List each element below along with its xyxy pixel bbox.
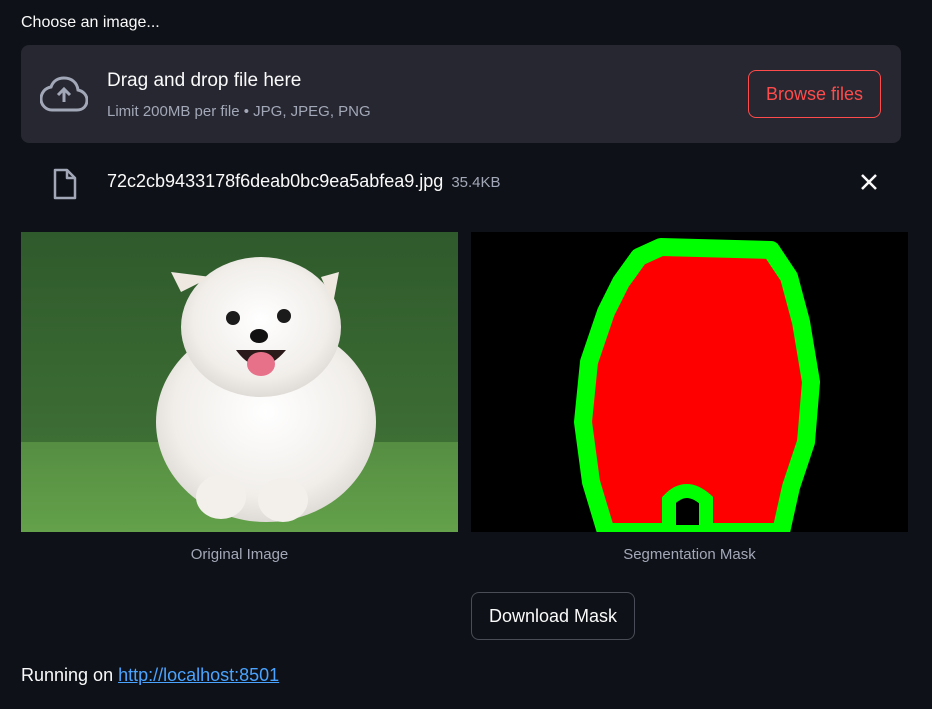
running-prefix: Running on xyxy=(21,665,119,685)
uploaded-file-row: 72c2cb9433178f6deab0bc9ea5abfea9.jpg 35.4… xyxy=(21,162,901,204)
dropzone-limit: Limit 200MB per file • JPG, JPEG, PNG xyxy=(107,103,371,120)
close-icon[interactable] xyxy=(859,172,879,192)
file-name-text: 72c2cb9433178f6deab0bc9ea5abfea9.jpg xyxy=(107,171,444,191)
mask-caption: Segmentation Mask xyxy=(623,546,756,563)
uploader-label: Choose an image... xyxy=(21,14,160,31)
download-mask-button[interactable]: Download Mask xyxy=(471,592,635,640)
segmentation-mask-image xyxy=(471,232,908,532)
cloud-upload-icon xyxy=(40,76,88,112)
browse-files-button[interactable]: Browse files xyxy=(748,70,881,118)
running-status: Running on http://localhost:8501 xyxy=(21,665,279,686)
original-image-caption: Original Image xyxy=(190,546,289,563)
localhost-link[interactable]: http://localhost:8501 xyxy=(118,665,279,685)
file-dropzone[interactable]: Drag and drop file here Limit 200MB per … xyxy=(21,45,901,143)
file-size: 35.4KB xyxy=(451,174,501,191)
file-icon xyxy=(53,168,77,200)
dropzone-title: Drag and drop file here xyxy=(107,70,302,91)
original-image xyxy=(21,232,458,532)
file-name: 72c2cb9433178f6deab0bc9ea5abfea9.jpg 35.4… xyxy=(107,171,501,192)
